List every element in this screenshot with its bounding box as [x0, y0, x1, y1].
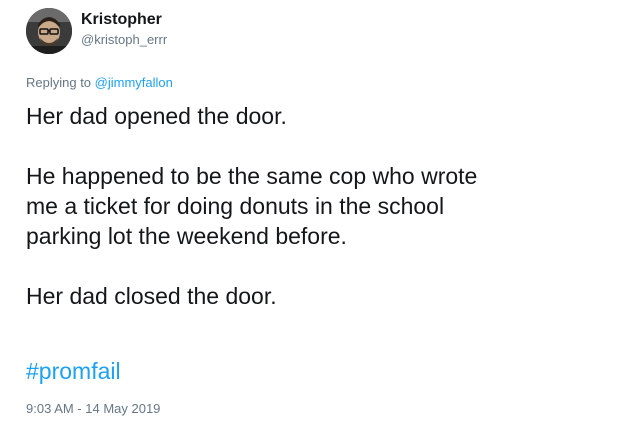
tweet-card: Kristopher @kristoph_errr Replying to @j… — [0, 0, 619, 426]
tweet-line: parking lot the weekend before. — [26, 223, 347, 249]
tweet-timestamp[interactable]: 9:03 AM - 14 May 2019 — [26, 400, 160, 417]
user-info: Kristopher @kristoph_errr — [81, 10, 167, 48]
tweet-text: Her dad opened the door. He happened to … — [26, 101, 606, 311]
reply-mention-link[interactable]: @jimmyfallon — [95, 75, 173, 90]
tweet-paragraph: Her dad opened the door. — [26, 103, 287, 129]
tweet-line: He happened to be the same cop who wrote — [26, 163, 478, 189]
tweet-paragraph: Her dad closed the door. — [26, 283, 277, 309]
tweet-line: me a ticket for doing donuts in the scho… — [26, 193, 445, 219]
tweet-paragraph: He happened to be the same cop who wrote… — [26, 161, 606, 251]
display-name[interactable]: Kristopher — [81, 10, 167, 29]
hashtag-link[interactable]: #promfail — [26, 356, 121, 386]
replying-to: Replying to @jimmyfallon — [26, 74, 173, 91]
avatar[interactable] — [26, 8, 72, 54]
avatar-photo — [26, 8, 72, 54]
user-handle[interactable]: @kristoph_errr — [81, 31, 167, 48]
replying-to-prefix: Replying to — [26, 75, 95, 90]
